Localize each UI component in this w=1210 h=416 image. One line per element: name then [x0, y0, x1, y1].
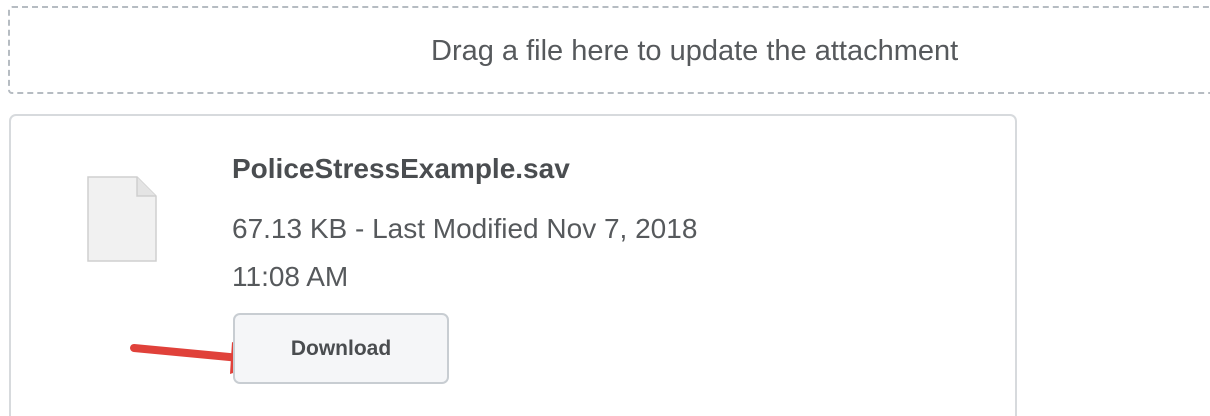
file-name: PoliceStressExample.sav — [232, 153, 570, 184]
file-icon — [87, 176, 157, 262]
dropzone-text: Drag a file here to update the attachmen… — [431, 35, 959, 67]
file-size-modified: 67.13 KB - Last Modified Nov 7, 2018 — [232, 213, 698, 244]
file-metadata: 67.13 KB - Last Modified Nov 7, 2018 11:… — [232, 205, 832, 301]
download-button[interactable]: Download — [233, 313, 449, 384]
file-modified-time: 11:08 AM — [232, 261, 349, 292]
attachment-page: Drag a file here to update the attachmen… — [0, 0, 1210, 416]
